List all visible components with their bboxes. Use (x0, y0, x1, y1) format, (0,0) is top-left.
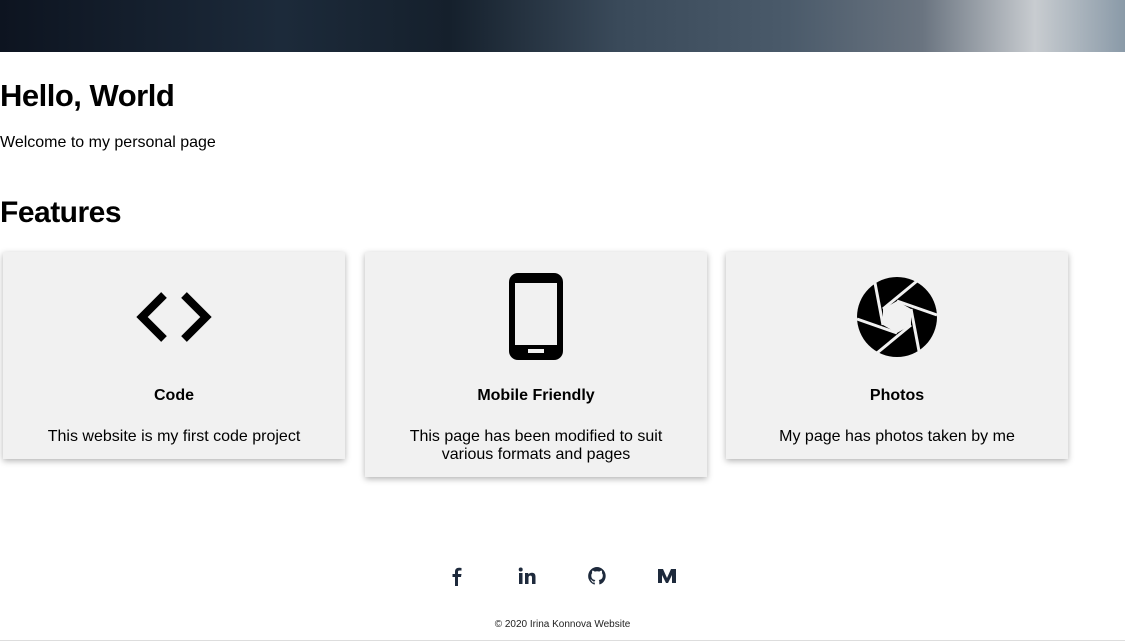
feature-desc: This page has been modified to suit vari… (409, 428, 663, 463)
feature-card-code: Code This website is my first code proje… (3, 252, 345, 459)
mobile-icon (509, 273, 563, 360)
code-icon (136, 292, 212, 342)
feature-card-mobile: Mobile Friendly This page has been modif… (365, 252, 707, 477)
feature-desc: This website is my first code project (47, 428, 301, 445)
medium-icon[interactable] (657, 566, 677, 586)
camera-aperture-icon (856, 277, 938, 357)
feature-card-photos: Photos My page has photos taken by me (726, 252, 1068, 459)
page-subtitle: Welcome to my personal page (0, 134, 216, 151)
linkedin-icon[interactable] (517, 566, 537, 586)
feature-title: Mobile Friendly (477, 387, 595, 404)
features-heading: Features (0, 196, 122, 229)
feature-desc: My page has photos taken by me (779, 428, 1015, 445)
feature-title: Code (154, 387, 194, 404)
feature-title: Photos (869, 387, 925, 404)
footer-divider (0, 640, 1125, 644)
hero-image (0, 0, 1125, 52)
github-icon[interactable] (587, 566, 607, 586)
page-title: Hello, World (0, 78, 175, 113)
social-links (447, 566, 677, 586)
facebook-icon[interactable] (447, 566, 467, 586)
copyright: © 2020 Irina Konnova Website (494, 619, 631, 630)
